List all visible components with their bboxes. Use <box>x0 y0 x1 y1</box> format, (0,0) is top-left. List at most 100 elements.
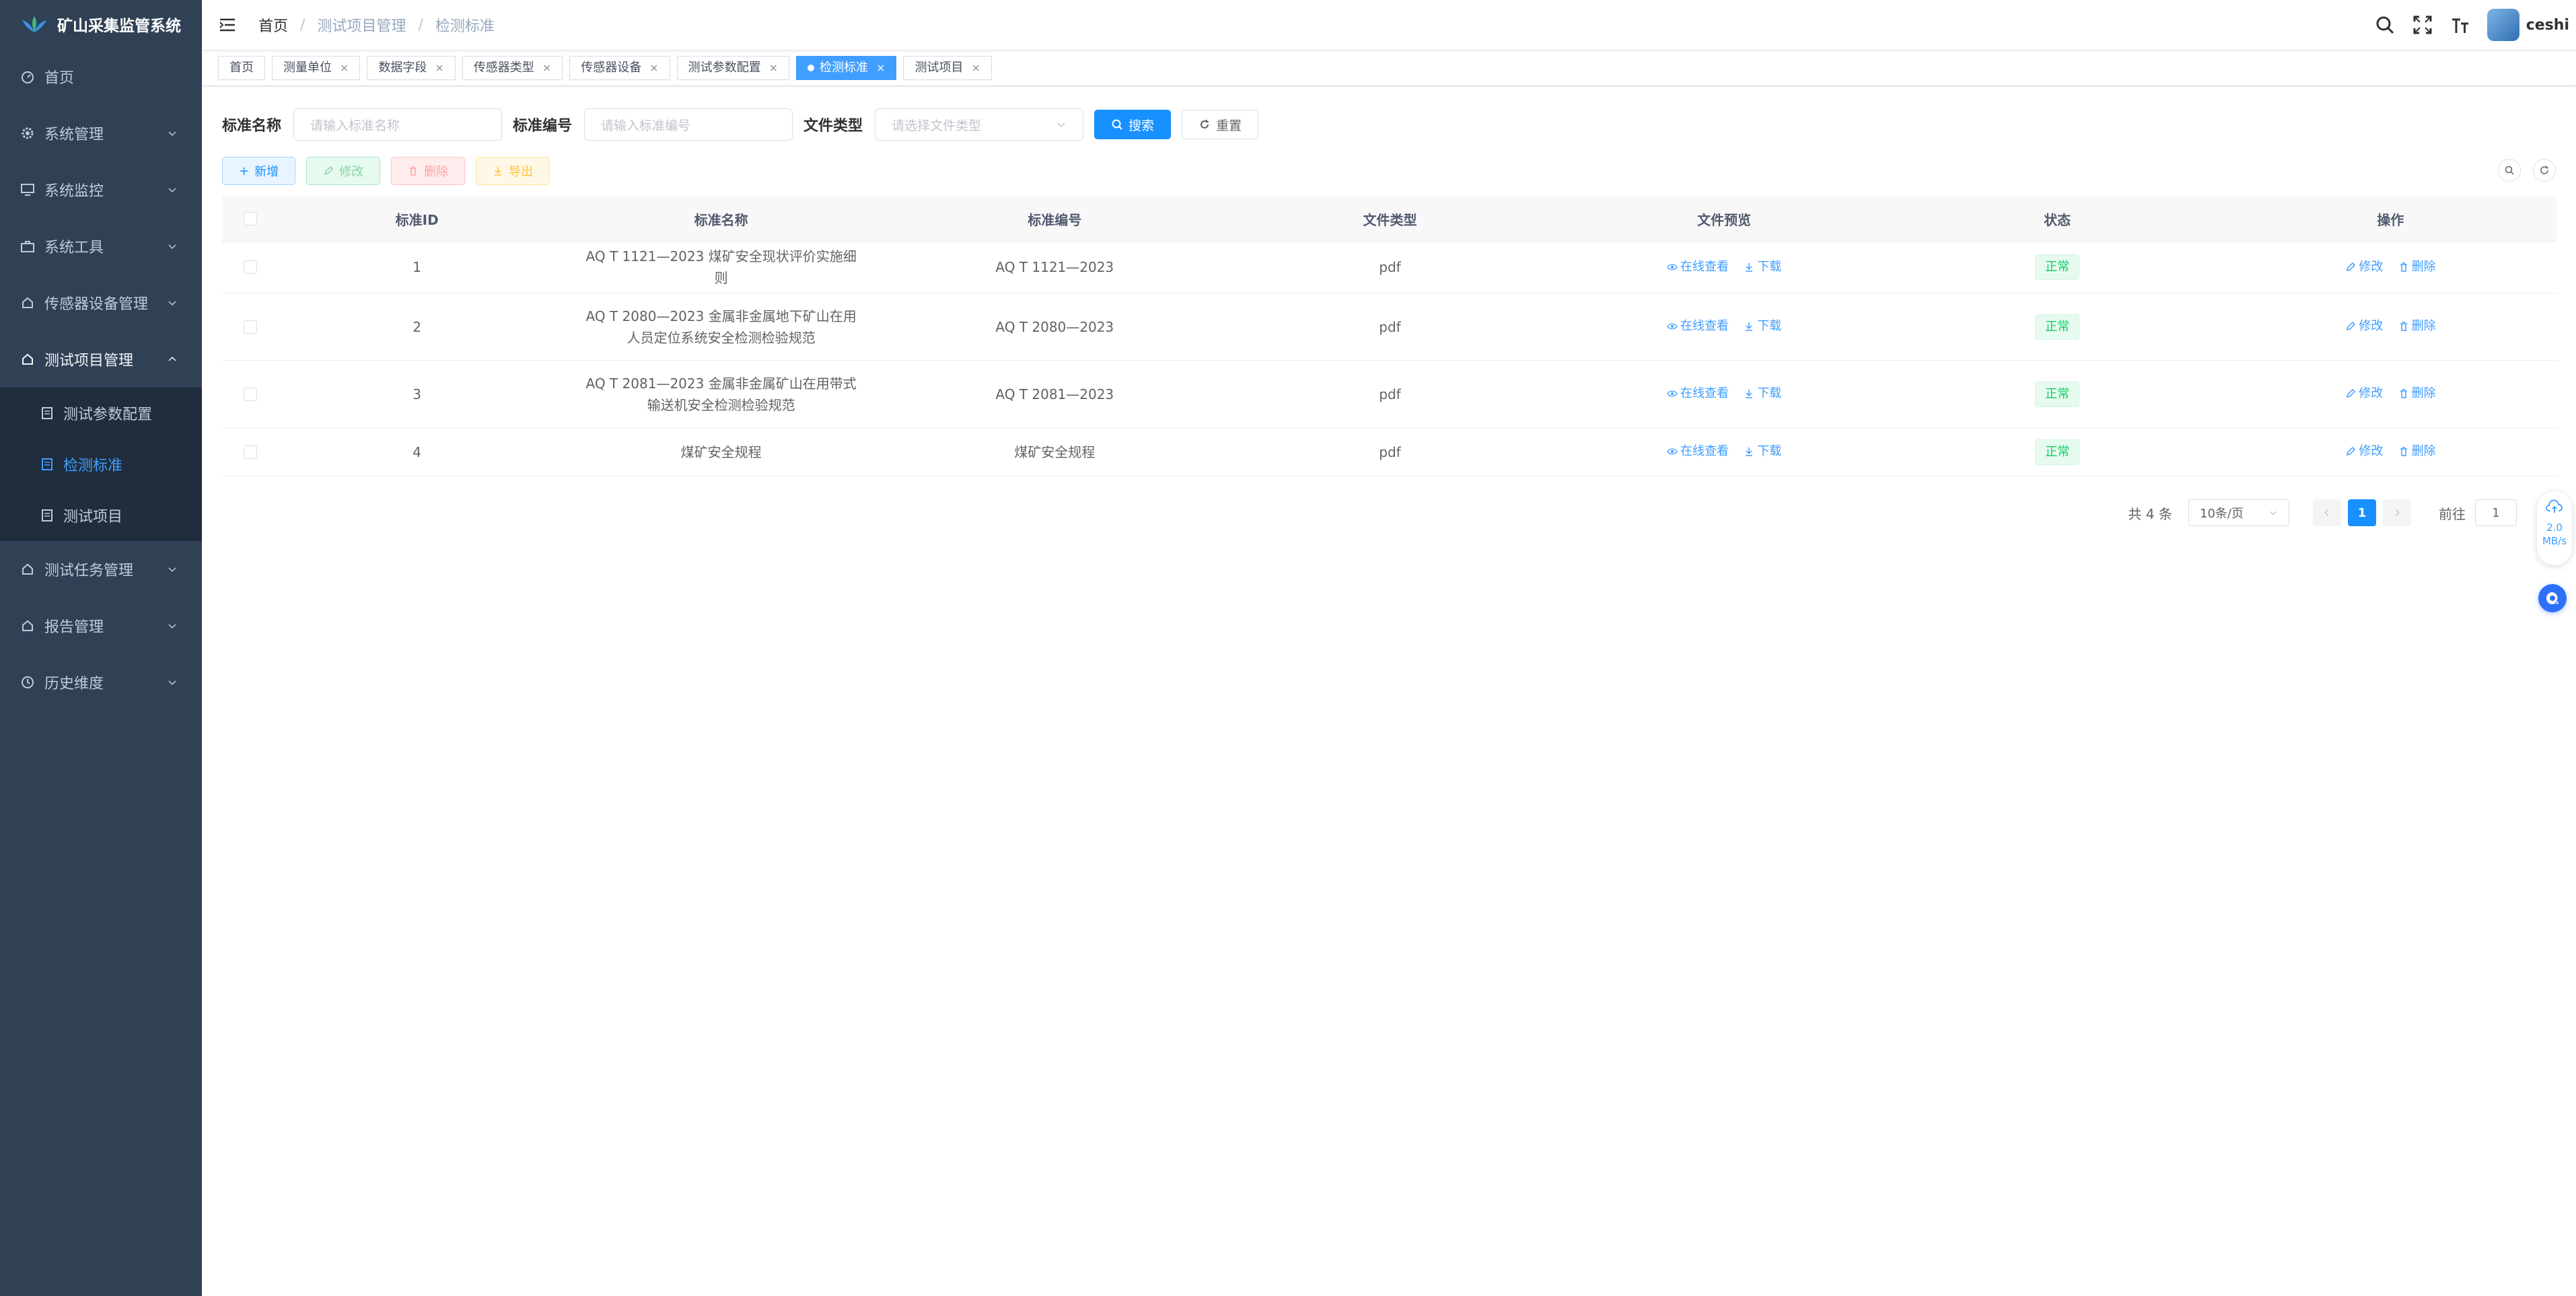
cell-id: 3 <box>279 360 556 428</box>
download-link[interactable]: 下载 <box>1744 316 1781 337</box>
sidebar-subitem-standards[interactable]: 检测标准 <box>0 439 202 490</box>
chat-button[interactable] <box>2538 584 2567 612</box>
download-label: 下载 <box>1757 444 1782 458</box>
search-button[interactable]: 搜索 <box>1094 110 1172 139</box>
row-edit-link[interactable]: 修改 <box>2345 316 2383 337</box>
row-delete-link[interactable]: 删除 <box>2398 316 2436 337</box>
pencil-icon <box>2347 446 2356 456</box>
sidebar-item-system[interactable]: 系统管理 <box>0 105 202 161</box>
tag-home[interactable]: 首页 <box>218 56 265 80</box>
avatar[interactable] <box>2486 9 2519 41</box>
row-checkbox[interactable] <box>244 260 258 274</box>
search-icon <box>1112 119 1122 130</box>
tag-sensor-device[interactable]: 传感器设备 × <box>569 56 670 80</box>
export-button[interactable]: 导出 <box>476 157 550 185</box>
sidebar-item-test-task[interactable]: 测试任务管理 <box>0 541 202 598</box>
pencil-icon <box>2347 388 2356 398</box>
view-online-link[interactable]: 在线查看 <box>1667 383 1729 404</box>
close-icon[interactable]: × <box>769 56 778 80</box>
download-link[interactable]: 下载 <box>1744 383 1781 404</box>
row-checkbox[interactable] <box>244 320 258 334</box>
breadcrumb-item: 测试项目管理 <box>317 18 406 35</box>
view-online-link[interactable]: 在线查看 <box>1667 256 1729 278</box>
download-link[interactable]: 下载 <box>1744 256 1781 278</box>
view-online-link[interactable]: 在线查看 <box>1667 441 1729 462</box>
row-delete-link[interactable]: 删除 <box>2398 256 2436 278</box>
username[interactable]: ceshi <box>2526 17 2569 34</box>
view-online-link[interactable]: 在线查看 <box>1667 316 1729 337</box>
goto-input[interactable]: 1 <box>2475 499 2517 526</box>
close-icon[interactable]: × <box>435 56 443 80</box>
download-link[interactable]: 下载 <box>1744 441 1781 462</box>
row-delete-link[interactable]: 删除 <box>2398 441 2436 462</box>
row-checkbox[interactable] <box>244 445 258 459</box>
sidebar-item-home[interactable]: 首页 <box>0 48 202 105</box>
cell-preview: 在线查看 下载 <box>1557 293 1891 361</box>
tag-label: 首页 <box>229 61 254 75</box>
row-checkbox[interactable] <box>244 387 258 401</box>
page-content: 标准名称 请输入标准名称 标准编号 请输入标准编号 文件类型 请选择文件类型 搜… <box>202 86 2576 548</box>
eye-icon <box>1667 448 1678 455</box>
tag-sensor-type[interactable]: 传感器类型 × <box>462 56 563 80</box>
prev-page-button[interactable] <box>2313 499 2341 526</box>
delete-button[interactable]: 删除 <box>391 157 466 185</box>
row-edit-link[interactable]: 修改 <box>2345 441 2383 462</box>
sidebar-item-sensor[interactable]: 传感器设备管理 <box>0 275 202 331</box>
hamburger-icon[interactable] <box>218 15 237 34</box>
chevron-down-icon <box>168 301 176 306</box>
row-edit-label: 修改 <box>2359 386 2384 400</box>
sidebar-item-history[interactable]: 历史维度 <box>0 654 202 711</box>
cell-type: pdf <box>1222 241 1558 293</box>
reset-button-label: 重置 <box>1216 118 1242 133</box>
sidebar-subitem-label: 检测标准 <box>63 458 123 474</box>
reset-button[interactable]: 重置 <box>1182 110 1259 139</box>
next-page-button[interactable] <box>2383 499 2411 526</box>
edit-button[interactable]: 修改 <box>306 157 381 185</box>
cell-name: AQ T 1121—2023 煤矿安全现状评价实施细则 <box>555 241 888 293</box>
sidebar-subitem-projects[interactable]: 测试项目 <box>0 490 202 541</box>
page-size-select[interactable]: 10条/页 <box>2188 499 2289 526</box>
row-edit-link[interactable]: 修改 <box>2345 383 2383 404</box>
sidebar-item-tools[interactable]: 系统工具 <box>0 218 202 275</box>
tag-params[interactable]: 测试参数配置 × <box>676 56 790 80</box>
cell-status: 正常 <box>1890 241 2224 293</box>
refresh-button[interactable] <box>2533 159 2556 182</box>
sidebar-item-monitor[interactable]: 系统监控 <box>0 161 202 218</box>
close-icon[interactable]: × <box>971 56 980 80</box>
search-icon[interactable] <box>2374 14 2396 36</box>
tag-data-field[interactable]: 数据字段 × <box>367 56 456 80</box>
sidebar-subitem-params[interactable]: 测试参数配置 <box>0 388 202 439</box>
add-button[interactable]: + 新增 <box>222 157 296 185</box>
sensor-icon <box>22 297 33 308</box>
breadcrumb-item[interactable]: 首页 <box>258 14 288 36</box>
row-delete-label: 删除 <box>2411 259 2436 274</box>
select-all-checkbox[interactable] <box>244 212 258 225</box>
type-select[interactable]: 请选择文件类型 <box>875 108 1084 141</box>
tag-standards[interactable]: 检测标准 × <box>796 56 897 80</box>
sidebar-item-test-project[interactable]: 测试项目管理 <box>0 331 202 388</box>
sidebar-item-label: 传感器设备管理 <box>44 296 149 313</box>
close-icon[interactable]: × <box>542 56 551 80</box>
toggle-search-button[interactable] <box>2498 159 2521 182</box>
network-speed-widget[interactable]: 2.0 MB/s <box>2537 491 2572 565</box>
row-edit-link[interactable]: 修改 <box>2345 256 2383 278</box>
close-icon[interactable]: × <box>876 56 885 80</box>
row-delete-label: 删除 <box>2411 444 2436 458</box>
page-number-current[interactable]: 1 <box>2348 499 2376 526</box>
code-input[interactable]: 请输入标准编号 <box>584 108 793 141</box>
name-input[interactable]: 请输入标准名称 <box>293 108 503 141</box>
close-icon[interactable]: × <box>340 56 349 80</box>
header-select[interactable] <box>222 196 279 242</box>
type-select-placeholder: 请选择文件类型 <box>892 118 982 133</box>
row-delete-link[interactable]: 删除 <box>2398 383 2436 404</box>
sidebar-item-report[interactable]: 报告管理 <box>0 598 202 654</box>
tag-projects[interactable]: 测试项目 × <box>903 56 992 80</box>
eye-icon <box>1667 323 1678 330</box>
font-size-icon[interactable] <box>2449 14 2471 36</box>
close-icon[interactable]: × <box>649 56 658 80</box>
breadcrumb-item: 检测标准 <box>435 18 495 35</box>
fullscreen-icon[interactable] <box>2412 14 2433 36</box>
breadcrumb-separator: / <box>300 16 306 34</box>
row-delete-label: 删除 <box>2411 386 2436 400</box>
tag-unit[interactable]: 测量单位 × <box>272 56 361 80</box>
